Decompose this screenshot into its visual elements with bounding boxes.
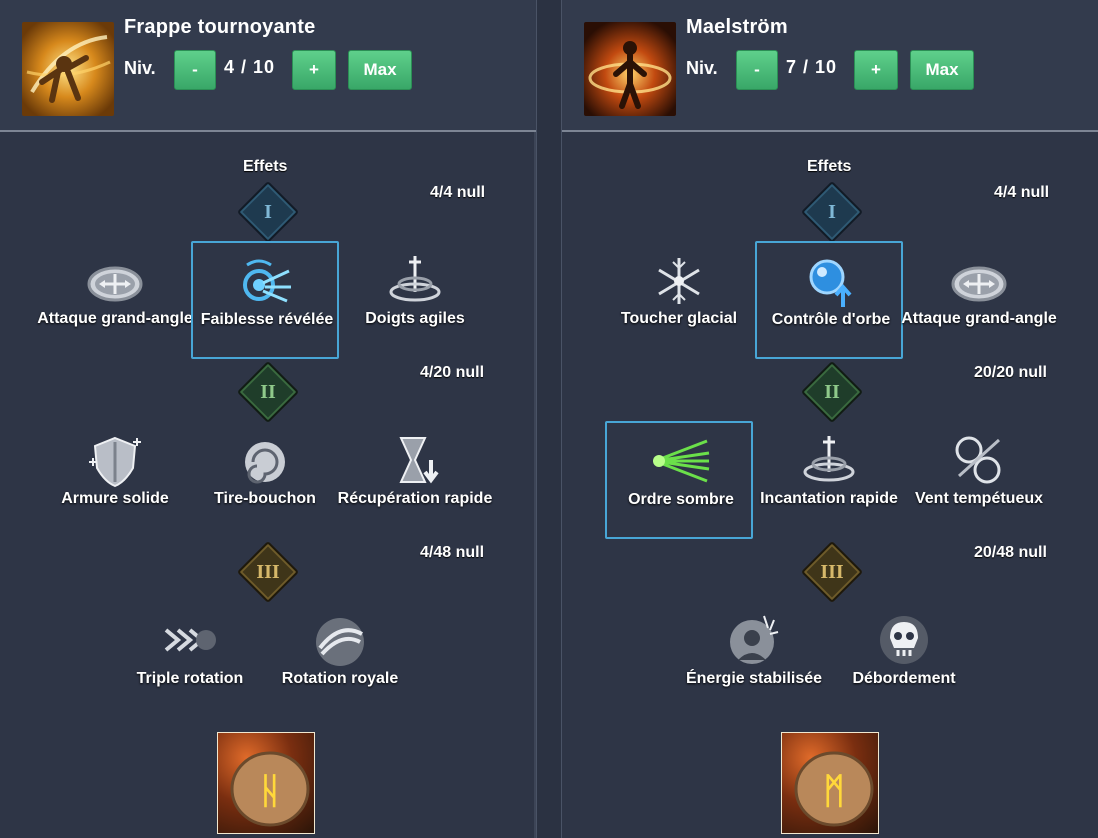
tripod-option-rapid-recovery[interactable]: Récupération rapide (338, 422, 492, 540)
option-label: Ordre sombre (628, 491, 734, 508)
tripod-option-tempest-wind[interactable]: Vent tempétueux (905, 422, 1053, 540)
solid-armor-icon (85, 432, 145, 488)
tripod-option-triple-rotation[interactable]: Triple rotation (116, 602, 264, 720)
frost-touch-icon (649, 252, 709, 308)
tier-3-badge: III (236, 540, 300, 604)
option-label: Attaque grand-angle (37, 310, 193, 327)
option-label: Débordement (852, 670, 956, 687)
tripod-option-royal-rotation[interactable]: Rotation royale (266, 602, 414, 720)
wide-angle-icon (949, 252, 1009, 308)
tier-3-count: 4/48 null (420, 544, 485, 561)
option-label: Contrôle d'orbe (771, 311, 891, 328)
stabilized-energy-icon (724, 612, 784, 668)
option-label: Énergie stabilisée (685, 670, 823, 687)
option-label: Vent tempétueux (914, 490, 1044, 507)
panel-gutter (536, 0, 562, 838)
level-increase-button[interactable]: + (292, 50, 336, 90)
tripod-option-revealed-weakness[interactable]: Faiblesse révélée (191, 241, 339, 359)
tripod-option-dark-order[interactable]: Ordre sombre (605, 421, 753, 539)
tripod-option-wide-angle[interactable]: Attaque grand-angle (37, 242, 193, 360)
wide-angle-icon (85, 252, 145, 308)
rune-icon[interactable]: ᚺ (217, 732, 315, 834)
skill-name: Frappe tournoyante (124, 16, 316, 38)
skill-header: Frappe tournoyante Niv. - 4 / 10 + Max (0, 0, 536, 132)
tier-3-count: 20/48 null (974, 544, 1047, 561)
option-label: Armure solide (61, 490, 169, 507)
tripod-option-agile-fingers[interactable]: Doigts agiles (341, 242, 489, 360)
dark-order-icon (651, 433, 711, 489)
quick-incantation-icon (799, 432, 859, 488)
level-max-button[interactable]: Max (910, 50, 974, 90)
tripod-option-solid-armor[interactable]: Armure solide (41, 422, 189, 540)
rune-icon[interactable]: ᛗ (781, 732, 879, 834)
skill-header: Maelström Niv. - 7 / 10 + Max (562, 0, 1098, 132)
agile-fingers-icon (385, 252, 445, 308)
tripod-option-stabilized-energy[interactable]: Énergie stabilisée (680, 602, 828, 720)
option-label: Rotation royale (281, 670, 399, 687)
effects-label: Effets (243, 158, 288, 175)
option-label: Faiblesse révélée (200, 311, 334, 328)
option-label: Récupération rapide (337, 490, 493, 507)
corkscrew-icon (235, 432, 295, 488)
skill-panel-left: Frappe tournoyante Niv. - 4 / 10 + Max E… (0, 0, 536, 838)
triple-rotation-icon (160, 612, 220, 668)
level-label: Niv. (124, 58, 156, 78)
level-decrease-button[interactable]: - (174, 50, 216, 90)
option-label: Toucher glacial (620, 310, 738, 327)
level-decrease-button[interactable]: - (736, 50, 778, 90)
option-label: Doigts agiles (365, 310, 465, 327)
tempest-wind-icon (949, 432, 1009, 488)
option-label: Triple rotation (136, 670, 244, 687)
level-value: 7 / 10 (786, 57, 838, 77)
svg-text:ᛗ: ᛗ (823, 771, 845, 812)
svg-text:ᚺ: ᚺ (259, 771, 281, 812)
tier-1-count: 4/4 null (994, 184, 1050, 201)
tripod-option-wide-angle[interactable]: Attaque grand-angle (901, 242, 1057, 360)
royal-rotation-icon (310, 612, 370, 668)
effects-label: Effets (807, 158, 852, 175)
tier-1-badge: I (800, 180, 864, 244)
skill-panel-right: Maelström Niv. - 7 / 10 + Max Effets I 4… (562, 0, 1098, 838)
tripod-option-orb-control[interactable]: Contrôle d'orbe (755, 241, 903, 359)
tier-2-badge: II (800, 360, 864, 424)
revealed-weakness-icon (237, 253, 297, 309)
whirling-strike-icon (22, 22, 114, 116)
tripod-option-overflow[interactable]: Débordement (830, 602, 978, 720)
overflow-icon (874, 612, 934, 668)
tier-3-badge: III (800, 540, 864, 604)
rapid-recovery-icon (385, 432, 445, 488)
tier-1-badge: I (236, 180, 300, 244)
option-label: Attaque grand-angle (901, 310, 1057, 327)
tier-2-count: 4/20 null (420, 364, 485, 381)
level-label: Niv. (686, 58, 718, 78)
option-label: Incantation rapide (760, 490, 898, 507)
tier-2-badge: II (236, 360, 300, 424)
tripod-option-quick-incantation[interactable]: Incantation rapide (755, 422, 903, 540)
tier-1-count: 4/4 null (430, 184, 486, 201)
tripod-option-corkscrew[interactable]: Tire-bouchon (191, 422, 339, 540)
tripod-option-frost-touch[interactable]: Toucher glacial (605, 242, 753, 360)
level-increase-button[interactable]: + (854, 50, 898, 90)
tier-2-count: 20/20 null (974, 364, 1047, 381)
level-max-button[interactable]: Max (348, 50, 412, 90)
orb-control-icon (801, 253, 861, 309)
level-value: 4 / 10 (224, 57, 276, 77)
maelstrom-icon (584, 22, 676, 116)
skill-name: Maelström (686, 16, 788, 38)
option-label: Tire-bouchon (214, 490, 316, 507)
